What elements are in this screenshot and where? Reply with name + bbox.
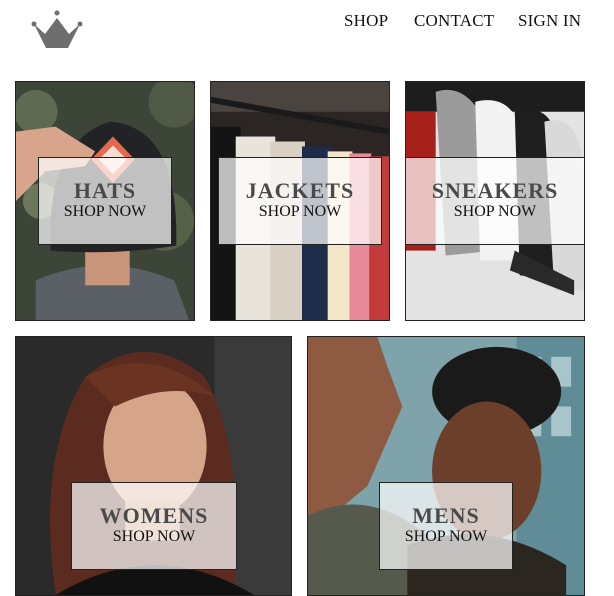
- category-title: WOMENS: [99, 503, 209, 528]
- category-tile-hats[interactable]: HATS SHOP NOW: [15, 81, 195, 321]
- nav-shop-link[interactable]: SHOP: [344, 11, 388, 31]
- category-title: JACKETS: [245, 178, 355, 203]
- category-tile-mens[interactable]: MENS SHOP NOW: [307, 336, 585, 596]
- category-tile-womens[interactable]: WOMENS SHOP NOW: [15, 336, 292, 596]
- shop-now-link[interactable]: SHOP NOW: [113, 527, 196, 547]
- category-tile-sneakers[interactable]: SNEAKERS SHOP NOW: [405, 81, 585, 321]
- site-header: SHOP CONTACT SIGN IN: [0, 0, 614, 60]
- nav-sign-in-link[interactable]: SIGN IN: [518, 11, 581, 31]
- shop-now-link[interactable]: SHOP NOW: [64, 202, 147, 222]
- shop-now-link[interactable]: SHOP NOW: [454, 202, 537, 222]
- shop-now-link[interactable]: SHOP NOW: [405, 527, 488, 547]
- category-label-box[interactable]: MENS SHOP NOW: [379, 482, 513, 570]
- nav-contact-link[interactable]: CONTACT: [414, 11, 494, 31]
- category-label-box[interactable]: JACKETS SHOP NOW: [218, 157, 382, 245]
- category-title: HATS: [73, 178, 137, 203]
- category-title: SNEAKERS: [431, 178, 559, 203]
- category-title: MENS: [412, 503, 480, 528]
- category-label-box[interactable]: SNEAKERS SHOP NOW: [406, 157, 584, 245]
- category-tile-jackets[interactable]: JACKETS SHOP NOW: [210, 81, 390, 321]
- category-label-box[interactable]: HATS SHOP NOW: [38, 157, 172, 245]
- shop-now-link[interactable]: SHOP NOW: [259, 202, 342, 222]
- category-label-box[interactable]: WOMENS SHOP NOW: [71, 482, 237, 570]
- crown-icon[interactable]: [30, 10, 84, 52]
